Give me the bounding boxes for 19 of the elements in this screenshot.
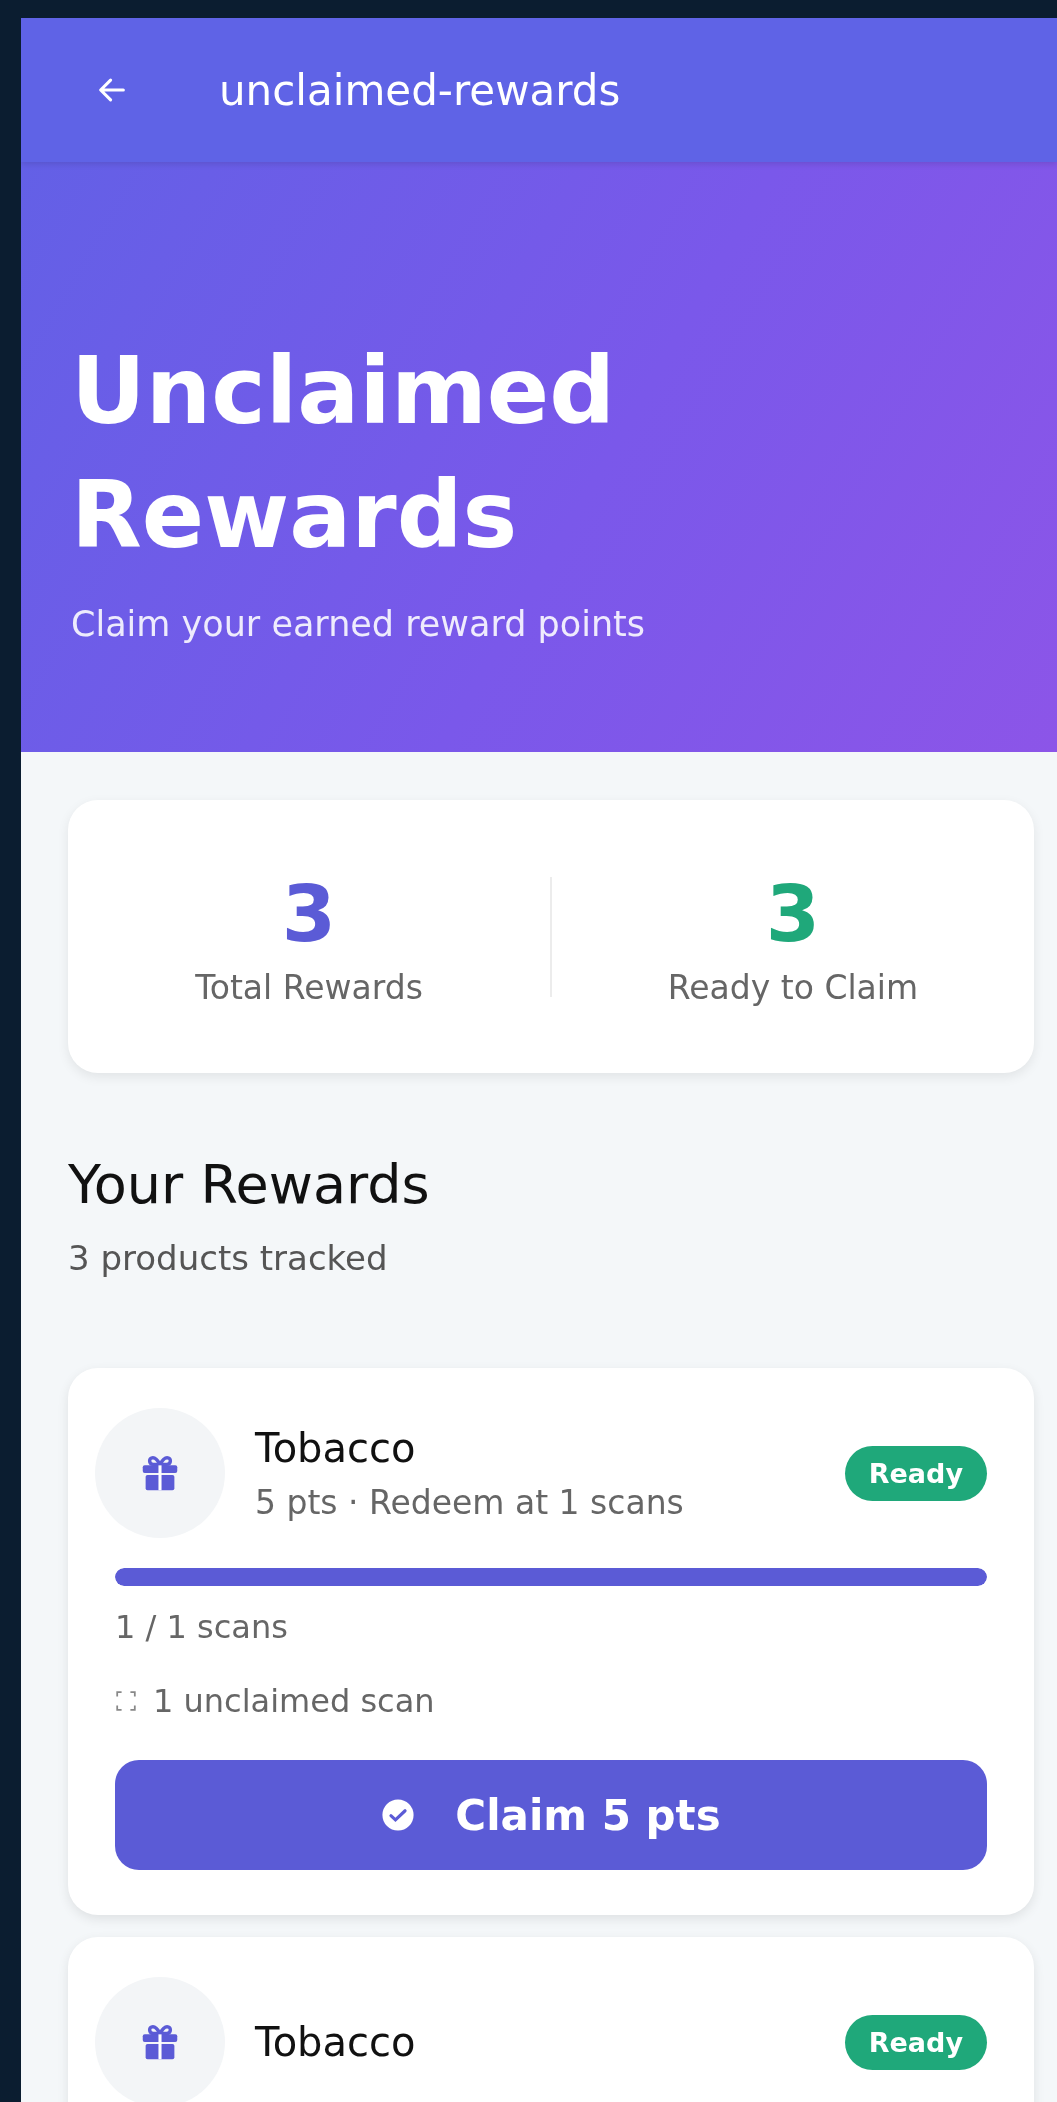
section-subtitle: 3 products tracked: [68, 1238, 389, 1278]
page-subtitle: Claim your earned reward points: [71, 604, 647, 644]
stat-value: 3: [280, 868, 338, 961]
claim-button[interactable]: Claim 5 pts: [115, 1760, 987, 1870]
screen-title: unclaimed-rewards: [219, 65, 621, 115]
unclaimed-text: 1 unclaimed scan: [153, 1682, 435, 1720]
section-heading: Your Rewards: [68, 1153, 431, 1216]
stat-label: Ready to Claim: [666, 968, 920, 1007]
reward-name: Tobacco: [255, 2019, 417, 2065]
page-heading: Unclaimed Rewards: [71, 337, 616, 571]
progress-text: 1 / 1 scans: [115, 1608, 289, 1646]
stat-label: Total Rewards: [194, 968, 424, 1007]
stat-value: 3: [764, 868, 822, 961]
check-circle-icon: [381, 1798, 416, 1832]
scan-frame-icon: [115, 1690, 137, 1712]
status-badge: Ready: [844, 2014, 987, 2070]
reward-name: Tobacco: [255, 1424, 417, 1471]
reward-details: 5 pts · Redeem at 1 scans: [255, 1482, 685, 1522]
status-badge: Ready: [844, 1445, 987, 1501]
